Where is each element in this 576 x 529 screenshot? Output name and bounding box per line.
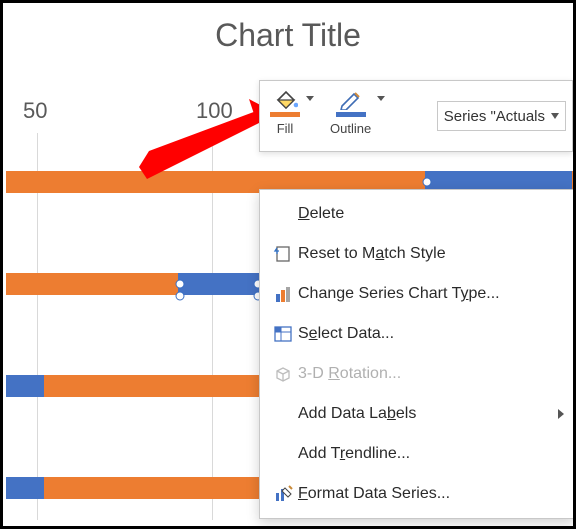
menu-label: Add Trendline... — [298, 445, 564, 463]
axis-tick-50: 50 — [23, 98, 47, 124]
reset-icon — [268, 244, 298, 264]
menu-add-trendline[interactable]: Add Trendline... — [260, 434, 574, 474]
paint-bucket-icon — [272, 88, 298, 110]
selection-handle[interactable] — [176, 292, 185, 301]
bar-actuals[interactable] — [6, 477, 44, 499]
outline-color-swatch — [336, 112, 366, 117]
chart-type-icon — [268, 284, 298, 304]
bar-actuals[interactable] — [178, 273, 260, 295]
menu-change-chart-type[interactable]: Change Series Chart Type... — [260, 274, 574, 314]
bar-actuals[interactable] — [6, 375, 44, 397]
chevron-down-icon — [551, 113, 559, 119]
menu-label: Select Data... — [298, 325, 564, 343]
select-data-icon — [268, 324, 298, 344]
cube-icon — [268, 364, 298, 384]
menu-reset-style[interactable]: Reset to Match Style — [260, 234, 574, 274]
menu-label: Change Series Chart Type... — [298, 285, 564, 303]
chart-title[interactable]: Chart Title — [3, 17, 573, 54]
series-picker[interactable]: Series "Actuals — [437, 101, 566, 131]
chevron-down-icon[interactable] — [306, 96, 314, 101]
pencil-icon — [338, 88, 364, 110]
chart-area: Chart Title 50 100 Fill — [0, 0, 576, 529]
axis-tick-100: 100 — [196, 98, 233, 124]
selection-handle[interactable] — [176, 280, 185, 289]
fill-button[interactable]: Fill — [266, 86, 304, 146]
chevron-down-icon[interactable] — [377, 96, 385, 101]
menu-label: Reset to Match Style — [298, 245, 564, 263]
selection-handle[interactable] — [423, 178, 432, 187]
menu-select-data[interactable]: Select Data... — [260, 314, 574, 354]
format-series-icon — [268, 484, 298, 504]
fill-color-swatch — [270, 112, 300, 117]
menu-delete[interactable]: Delete — [260, 194, 574, 234]
fill-label: Fill — [277, 121, 294, 136]
outline-label: Outline — [330, 121, 371, 136]
series-picker-label: Series "Actuals — [444, 108, 545, 125]
menu-label: Format Data Series... — [298, 485, 564, 503]
menu-3d-rotation: 3-D Rotation... — [260, 354, 574, 394]
outline-button[interactable]: Outline — [326, 86, 375, 146]
context-menu: Delete Reset to Match Style Change Serie… — [259, 189, 575, 519]
menu-format-data-series[interactable]: Format Data Series... — [260, 474, 574, 514]
menu-label: Add Data Labels — [298, 405, 558, 423]
chevron-right-icon — [558, 409, 564, 419]
menu-add-data-labels[interactable]: Add Data Labels — [260, 394, 574, 434]
mini-toolbar: Fill Outline Series "Actuals — [259, 80, 573, 152]
menu-label: 3-D Rotation... — [298, 365, 564, 383]
